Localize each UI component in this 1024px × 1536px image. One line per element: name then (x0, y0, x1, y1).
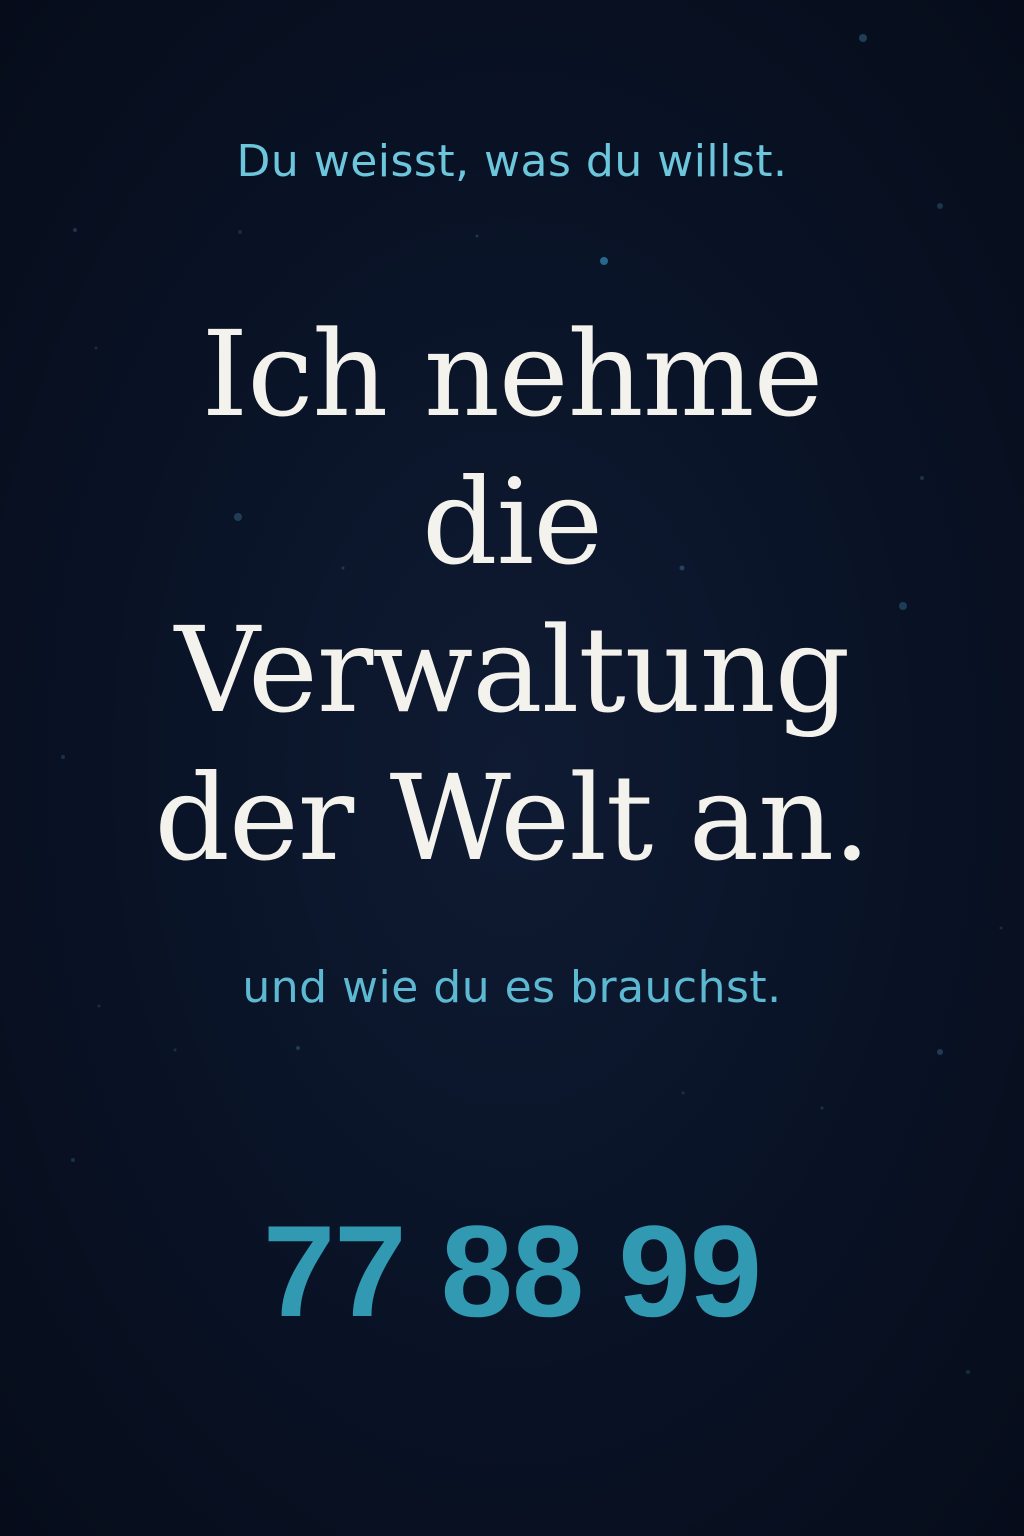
tagline-bottom: und wie du es brauchst. (242, 962, 782, 1013)
tagline-top: Du weisst, was du willst. (236, 136, 788, 187)
headline-line-1: Ich nehme (201, 305, 824, 443)
headline: Ich nehme die Verwaltung der Welt an. (0, 300, 1024, 892)
headline-line-3: Verwaltung (174, 601, 851, 739)
phone-number: 77 88 99 (262, 1198, 762, 1344)
headline-line-2: die (421, 453, 603, 591)
headline-line-4: der Welt an. (154, 749, 870, 887)
